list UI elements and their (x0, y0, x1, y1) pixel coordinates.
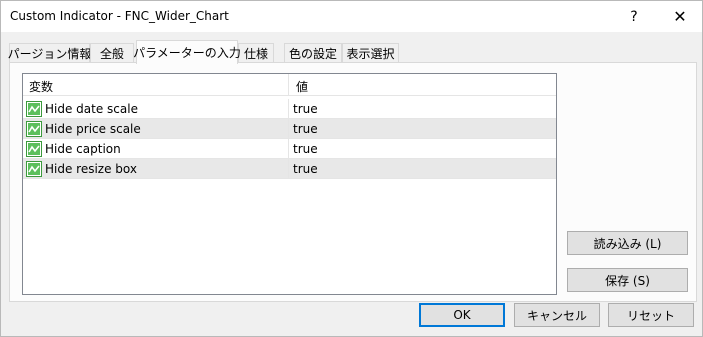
parameters-list[interactable]: 変数 値 Hide date scale true Hide price sca… (22, 73, 557, 295)
cancel-button[interactable]: キャンセル (514, 303, 600, 327)
dialog-window: Custom Indicator - FNC_Wider_Chart ? ✕ パ… (0, 0, 703, 337)
parameter-name: Hide date scale (45, 102, 138, 116)
reset-button[interactable]: リセット (608, 303, 694, 327)
parameter-name: Hide caption (45, 142, 121, 156)
tab-specification[interactable]: 仕様 (238, 43, 274, 63)
help-button[interactable]: ? (611, 1, 657, 32)
tab-general[interactable]: 全般 (90, 43, 134, 63)
close-button[interactable]: ✕ (657, 1, 703, 32)
table-row[interactable]: Hide price scale true (23, 119, 556, 139)
parameter-name: Hide resize box (45, 162, 137, 176)
table-row[interactable]: Hide resize box true (23, 159, 556, 179)
list-header: 変数 値 (23, 74, 556, 96)
parameter-rows: Hide date scale true Hide price scale tr… (23, 99, 556, 179)
tab-colors[interactable]: 色の設定 (284, 43, 342, 63)
column-header-value[interactable]: 値 (296, 78, 308, 95)
tab-visualization[interactable]: 表示選択 (342, 43, 399, 63)
parameter-value[interactable]: true (293, 142, 318, 156)
table-row[interactable]: Hide caption true (23, 139, 556, 159)
column-header-variable[interactable]: 変数 (29, 78, 53, 95)
cell-divider (288, 159, 289, 179)
parameter-icon (26, 121, 42, 137)
close-icon: ✕ (673, 7, 687, 26)
row-divider (23, 178, 556, 179)
parameter-value[interactable]: true (293, 102, 318, 116)
cell-divider (288, 119, 289, 139)
parameter-name: Hide price scale (45, 122, 141, 136)
title-bar[interactable]: Custom Indicator - FNC_Wider_Chart ? ✕ (1, 1, 702, 32)
parameter-value[interactable]: true (293, 122, 318, 136)
save-button[interactable]: 保存 (S) (567, 268, 688, 292)
ok-button[interactable]: OK (419, 303, 505, 327)
cell-divider (288, 99, 289, 119)
load-button[interactable]: 読み込み (L) (567, 231, 688, 255)
window-title: Custom Indicator - FNC_Wider_Chart (10, 9, 229, 23)
tab-version-info[interactable]: パージョン情報 (8, 43, 91, 63)
table-row[interactable]: Hide date scale true (23, 99, 556, 119)
tab-input-parameters[interactable]: パラメーターの入力 (133, 40, 241, 64)
parameter-icon (26, 141, 42, 157)
parameter-icon (26, 161, 42, 177)
column-divider[interactable] (288, 74, 289, 96)
parameter-value[interactable]: true (293, 162, 318, 176)
tab-panel: 変数 値 Hide date scale true Hide price sca… (9, 62, 697, 302)
parameter-icon (26, 101, 42, 117)
cell-divider (288, 139, 289, 159)
